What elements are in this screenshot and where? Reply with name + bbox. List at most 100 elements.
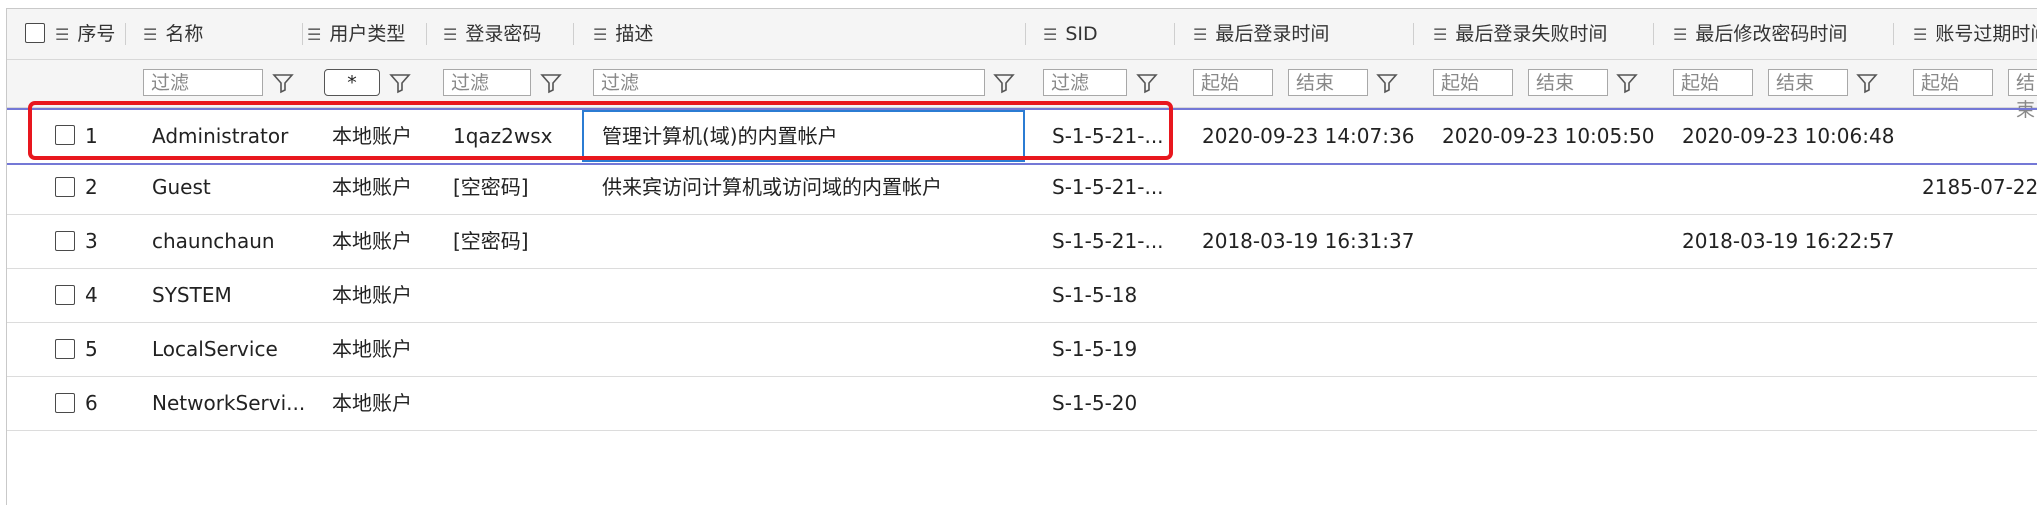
column-menu-icon[interactable]: ☰ [307,10,321,60]
row-name: Guest [152,175,211,199]
table-row[interactable]: 2 Guest 本地账户 [空密码] 供来宾访问计算机或访问域的内置帐户 S-1… [7,161,2037,215]
password-filter-input[interactable]: 过滤 [443,69,531,96]
row-sid: S-1-5-19 [1052,337,1138,361]
row-name: Administrator [152,124,289,148]
column-header-index[interactable]: ☰ 序号 [55,9,115,59]
description-filter-input[interactable]: 过滤 [593,69,985,96]
row-index: 2 [85,175,98,199]
column-header-password[interactable]: ☰ 登录密码 [443,9,541,59]
row-password: 1qaz2wsx [453,124,553,148]
row-user-type: 本地账户 [332,175,412,199]
column-header-expire[interactable]: ☰账号过期时间 [1913,9,2037,59]
row-last-login: 2020-09-23 14:07:36 [1202,124,1415,148]
column-resizer[interactable] [1893,23,1894,45]
column-header-sid[interactable]: ☰ SID [1043,9,1098,59]
sid-filter-input[interactable]: 过滤 [1043,69,1127,96]
column-header-user-type[interactable]: ☰ 用户类型 [307,9,405,59]
row-name: chaunchaun [152,229,275,253]
row-checkbox[interactable] [55,339,75,359]
row-sid: S-1-5-21-... [1052,175,1164,199]
filter-icon[interactable] [992,71,1016,95]
column-resizer[interactable] [125,23,126,45]
row-sid: S-1-5-20 [1052,391,1138,415]
row-sid: S-1-5-21-... [1052,124,1164,148]
row-user-type: 本地账户 [332,337,412,361]
column-menu-icon[interactable]: ☰ [1433,10,1447,60]
user-accounts-table: ☰ 序号 ☰ 名称 ☰ 用户类型 ☰ 登录密码 ☰ 描述 ☰ SID ☰ 最后登录时间 ☰ 最后… [6,8,2037,505]
column-resizer[interactable] [1174,23,1175,45]
row-checkbox[interactable] [55,177,75,197]
last-pwd-change-end-input[interactable]: 结束 [1768,69,1848,96]
row-user-type: 本地账户 [332,229,412,253]
column-resizer[interactable] [426,23,427,45]
table-row[interactable]: 3 chaunchaun 本地账户 [空密码] S-1-5-21-... 201… [7,215,2037,269]
table-header: ☰ 序号 ☰ 名称 ☰ 用户类型 ☰ 登录密码 ☰ 描述 ☰ SID ☰ 最后登录时间 ☰ 最后… [7,9,2037,60]
row-index: 1 [85,124,98,148]
expire-start-input[interactable]: 起始 [1913,69,1993,96]
column-resizer[interactable] [1653,23,1654,45]
column-resizer[interactable] [302,23,303,45]
column-menu-icon[interactable]: ☰ [443,10,457,60]
row-sid: S-1-5-21-... [1052,229,1164,253]
filter-icon[interactable] [271,71,295,95]
table-row[interactable]: 5 LocalService 本地账户 S-1-5-19 [7,323,2037,377]
filter-icon[interactable] [539,71,563,95]
column-resizer[interactable] [1025,23,1026,45]
column-header-last-pwd-change[interactable]: ☰ 最后修改密码时间 [1673,9,1847,59]
row-checkbox[interactable] [55,285,75,305]
filter-row: 过滤 * 过滤 过滤 过滤 起始 结束 起始 结束 起始 结束 起始 结束 [7,60,2037,121]
column-resizer[interactable] [1413,23,1414,45]
select-all-checkbox[interactable] [25,23,45,43]
row-name: SYSTEM [152,283,232,307]
column-header-name[interactable]: ☰ 名称 [143,9,203,59]
row-index: 3 [85,229,98,253]
row-index: 6 [85,391,98,415]
filter-icon[interactable] [1855,71,1879,95]
last-login-fail-end-input[interactable]: 结束 [1528,69,1608,96]
row-description: 供来宾访问计算机或访问域的内置帐户 [602,175,942,199]
column-menu-icon[interactable]: ☰ [55,10,69,60]
name-filter-input[interactable]: 过滤 [143,69,263,96]
row-user-type: 本地账户 [332,124,412,148]
row-checkbox[interactable] [55,125,75,145]
column-menu-icon[interactable]: ☰ [143,10,157,60]
table-row[interactable]: 4 SYSTEM 本地账户 S-1-5-18 [7,269,2037,323]
expire-end-input[interactable]: 结束 [2008,69,2037,121]
row-index: 5 [85,337,98,361]
last-login-fail-start-input[interactable]: 起始 [1433,69,1513,96]
column-resizer[interactable] [573,23,574,45]
filter-icon[interactable] [1135,71,1159,95]
column-menu-icon[interactable]: ☰ [1193,10,1207,60]
row-last-pwd-change: 2018-03-19 16:22:57 [1682,229,1895,253]
last-login-start-input[interactable]: 起始 [1193,69,1273,96]
column-menu-icon[interactable]: ☰ [1913,10,1927,60]
last-pwd-change-start-input[interactable]: 起始 [1673,69,1753,96]
row-checkbox[interactable] [55,393,75,413]
column-menu-icon[interactable]: ☰ [1043,10,1057,60]
row-user-type: 本地账户 [332,283,412,307]
row-last-login: 2018-03-19 16:31:37 [1202,229,1415,253]
row-index: 4 [85,283,98,307]
row-password: [空密码] [453,229,529,253]
row-description[interactable]: 管理计算机(域)的内置帐户 [602,110,838,163]
column-header-last-login-fail[interactable]: ☰ 最后登录失败时间 [1433,9,1607,59]
row-last-login-fail: 2020-09-23 10:05:50 [1442,124,1655,148]
column-header-last-login[interactable]: ☰ 最后登录时间 [1193,9,1329,59]
table-row[interactable]: 6 NetworkServi... 本地账户 S-1-5-20 [7,377,2037,431]
row-name: NetworkServi... [152,391,306,415]
row-expire: 2185-07-22 [1922,175,2037,199]
row-checkbox[interactable] [55,231,75,251]
column-header-description[interactable]: ☰ 描述 [593,9,653,59]
row-user-type: 本地账户 [332,391,412,415]
row-last-pwd-change: 2020-09-23 10:06:48 [1682,124,1895,148]
user-type-filter-input[interactable]: * [324,69,380,96]
row-password: [空密码] [453,175,529,199]
filter-icon[interactable] [1615,71,1639,95]
row-sid: S-1-5-18 [1052,283,1138,307]
column-menu-icon[interactable]: ☰ [1673,10,1687,60]
table-row[interactable]: 1 Administrator 本地账户 1qaz2wsx 管理计算机(域)的内… [7,108,2037,165]
column-menu-icon[interactable]: ☰ [593,10,607,60]
filter-icon[interactable] [388,71,412,95]
last-login-end-input[interactable]: 结束 [1288,69,1368,96]
filter-icon[interactable] [1375,71,1399,95]
